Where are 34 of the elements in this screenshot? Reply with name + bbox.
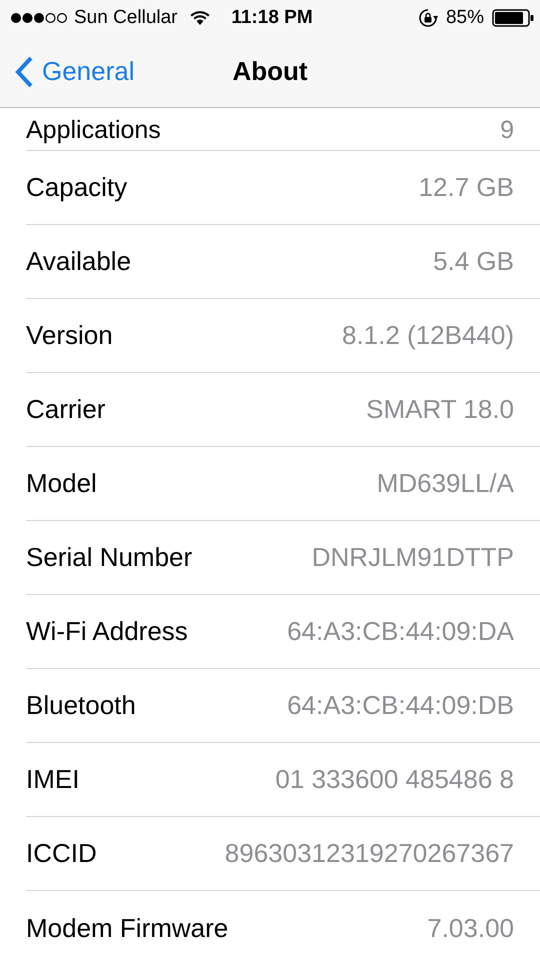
row-value: DNRJLM91DTTP — [312, 542, 514, 573]
row-label: Available — [26, 246, 132, 277]
back-button[interactable]: General — [14, 54, 134, 88]
row-label: Bluetooth — [26, 690, 136, 721]
row-value: 64:A3:CB:44:09:DB — [287, 690, 514, 721]
row-value: MD639LL/A — [376, 468, 514, 499]
row-label: Wi-Fi Address — [26, 616, 188, 647]
row-value: 9 — [500, 116, 514, 145]
row-value: 89630312319270267367 — [224, 838, 514, 869]
row-label: Serial Number — [26, 542, 192, 573]
battery-percent: 85% — [446, 7, 484, 29]
row-label: IMEI — [26, 764, 80, 795]
row-label: Modem Firmware — [26, 912, 228, 944]
row-label: Capacity — [26, 172, 128, 203]
row-label: Model — [26, 468, 97, 499]
row-value: 7.03.00 — [427, 912, 514, 944]
battery-icon — [492, 9, 534, 27]
wifi-icon — [190, 10, 210, 26]
clock-time: 11:18 PM — [231, 7, 313, 29]
row-value: 8.1.2 (12B440) — [342, 320, 514, 351]
row-value: 5.4 GB — [433, 246, 514, 277]
row-label: ICCID — [26, 838, 97, 869]
back-chevron-icon — [14, 54, 34, 88]
row-value: 01 333600 485486 8 — [275, 764, 514, 795]
row-label: Version — [26, 320, 113, 351]
carrier-name: Sun Cellular — [74, 7, 178, 29]
screen-title: About — [232, 56, 308, 86]
row-label: Applications — [26, 116, 161, 145]
signal-strength-icon — [10, 12, 68, 24]
row-value: 12.7 GB — [418, 172, 514, 203]
row-value: SMART 18.0 — [366, 394, 514, 425]
row-value: 64:A3:CB:44:09:DA — [287, 616, 514, 647]
row-label: Carrier — [26, 394, 106, 425]
rotation-lock-icon — [418, 8, 438, 28]
